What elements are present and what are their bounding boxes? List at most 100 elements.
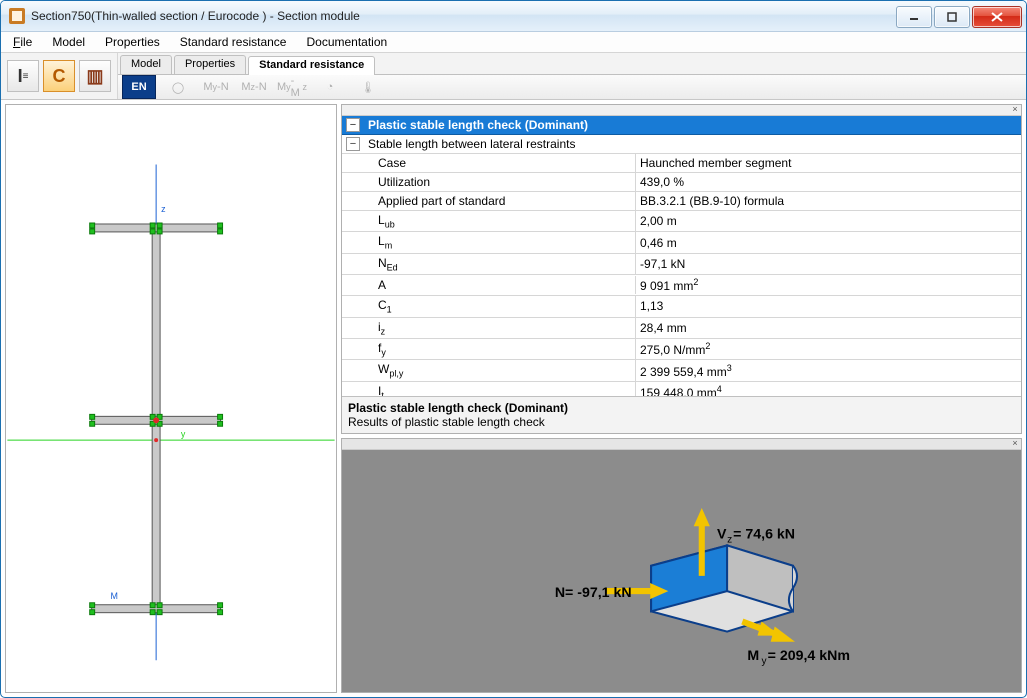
results-panel-head: × (342, 105, 1021, 116)
tab-model[interactable]: Model (120, 55, 172, 74)
pg-label: Wpl,y (342, 360, 636, 380)
collapse-header-button[interactable]: − (346, 118, 360, 132)
pg-data-row[interactable]: NEd-97,1 kN (342, 254, 1021, 275)
section-brick-button[interactable]: ▥ (79, 60, 111, 92)
maximize-icon (947, 12, 957, 22)
pg-data-row[interactable]: C11,13 (342, 296, 1021, 317)
section-view[interactable]: z M y (5, 104, 337, 693)
section-drawing: z M y (6, 105, 336, 692)
titlebar: Section750(Thin-walled section / Eurocod… (1, 1, 1026, 32)
tool-disabled-5: ◔ (314, 75, 346, 99)
pg-value: 9 091 mm2 (636, 275, 1021, 295)
pg-header-label: Plastic stable length check (Dominant) (364, 116, 1021, 134)
pg-data-row[interactable]: Applied part of standardBB.3.2.1 (BB.9-1… (342, 192, 1021, 211)
collapse-sub1-button[interactable]: − (346, 137, 360, 151)
pg-value: 439,0 % (636, 173, 1021, 191)
pg-label: fy (342, 339, 636, 359)
results-close-button[interactable]: × (1009, 105, 1021, 115)
tab-standard-resistance[interactable]: Standard resistance (248, 56, 375, 75)
pg-label: Case (342, 154, 636, 172)
svg-text:= 209,4 kNm: = 209,4 kNm (768, 648, 850, 664)
toolbar: I≡ C ▥ Model Properties Standard resista… (1, 53, 1026, 100)
left-toolbar: I≡ C ▥ (1, 53, 118, 99)
svg-text:z: z (161, 204, 166, 214)
close-icon (991, 12, 1003, 22)
pg-value: Haunched member segment (636, 154, 1021, 172)
pg-data-row[interactable]: iz28,4 mm (342, 318, 1021, 339)
sub-tabs: Model Properties Standard resistance (118, 53, 1026, 75)
pg-value: 28,4 mm (636, 319, 1021, 337)
pg-label: Applied part of standard (342, 192, 636, 210)
pg-label: Lub (342, 211, 636, 231)
pg-sub1-row[interactable]: − Stable length between lateral restrain… (342, 135, 1021, 154)
pg-label: It (342, 382, 636, 397)
svg-text:M: M (747, 648, 759, 664)
tool-disabled-2: My-N (200, 75, 232, 99)
app-icon (9, 8, 25, 24)
pg-sub1-label: Stable length between lateral restraints (364, 135, 1021, 153)
forces-close-button[interactable]: × (1009, 439, 1021, 449)
pg-label: Lm (342, 232, 636, 252)
pg-data-row[interactable]: A9 091 mm2 (342, 275, 1021, 296)
pg-header-row[interactable]: − Plastic stable length check (Dominant) (342, 116, 1021, 135)
menubar: File Model Properties Standard resistanc… (1, 32, 1026, 53)
pg-data-row[interactable]: CaseHaunched member segment (342, 154, 1021, 173)
menu-documentation[interactable]: Documentation (298, 33, 395, 51)
pg-body: CaseHaunched member segmentUtilization43… (342, 154, 1021, 396)
content-area: z M y × − Plastic stable length check (D… (1, 100, 1026, 697)
pg-footer-desc: Results of plastic stable length check (348, 415, 1015, 429)
tool-disabled-4: My-Mz (276, 75, 308, 99)
pg-label: iz (342, 318, 636, 338)
menu-standard-resistance[interactable]: Standard resistance (172, 33, 295, 51)
menu-model[interactable]: Model (44, 33, 93, 51)
pg-value: 0,46 m (636, 234, 1021, 252)
forces-viz[interactable]: V z = 74,6 kN N= -97,1 kN M y = 209,4 kN… (342, 450, 1021, 692)
pg-data-row[interactable]: Lub2,00 m (342, 211, 1021, 232)
pg-footer-title: Plastic stable length check (Dominant) (348, 401, 1015, 415)
forces-panel: × (341, 438, 1022, 693)
window-title: Section750(Thin-walled section / Eurocod… (31, 9, 896, 23)
pg-data-row[interactable]: Utilization439,0 % (342, 173, 1021, 192)
pg-value: 159 448,0 mm4 (636, 382, 1021, 396)
maximize-button[interactable] (934, 6, 970, 28)
svg-text:y: y (181, 429, 186, 439)
pg-data-row[interactable]: fy275,0 N/mm2 (342, 339, 1021, 360)
pg-label: A (342, 276, 636, 294)
minimize-icon (909, 12, 919, 22)
viz-n-label: N= -97,1 kN (555, 586, 632, 602)
svg-text:V: V (717, 527, 727, 543)
pg-data-row[interactable]: It159 448,0 mm4 (342, 382, 1021, 397)
results-panel: × − Plastic stable length check (Dominan… (341, 104, 1022, 434)
menu-file[interactable]: File (5, 33, 40, 51)
pg-value: 275,0 N/mm2 (636, 339, 1021, 359)
pg-value: 2 399 559,4 mm3 (636, 361, 1021, 381)
pg-value: -97,1 kN (636, 255, 1021, 273)
tool-disabled-6: 🌡 (352, 75, 384, 99)
minimize-button[interactable] (896, 6, 932, 28)
pg-data-row[interactable]: Lm0,46 m (342, 232, 1021, 253)
pg-value: 1,13 (636, 297, 1021, 315)
results-scroll[interactable]: − Plastic stable length check (Dominant)… (342, 116, 1021, 396)
pg-label: C1 (342, 296, 636, 316)
right-column: × − Plastic stable length check (Dominan… (341, 104, 1022, 693)
pg-value: 2,00 m (636, 212, 1021, 230)
section-i-button[interactable]: I≡ (7, 60, 39, 92)
tool-disabled-3: Mz-N (238, 75, 270, 99)
tool-disabled-1: ◯ (162, 75, 194, 99)
svg-text:M: M (111, 591, 118, 601)
tab-properties[interactable]: Properties (174, 55, 246, 74)
pg-value: BB.3.2.1 (BB.9-10) formula (636, 192, 1021, 210)
section-c-button[interactable]: C (43, 60, 75, 92)
pg-label: NEd (342, 254, 636, 274)
svg-text:= 74,6 kN: = 74,6 kN (733, 527, 795, 543)
close-button[interactable] (972, 6, 1022, 28)
sub-toolbar: EN ◯ My-N Mz-N My-Mz ◔ 🌡 (118, 75, 1026, 99)
right-toolbar: Model Properties Standard resistance EN … (118, 53, 1026, 99)
svg-text:z: z (727, 535, 732, 546)
app-window: Section750(Thin-walled section / Eurocod… (0, 0, 1027, 698)
code-flag-button[interactable]: EN (122, 75, 156, 99)
pg-data-row[interactable]: Wpl,y2 399 559,4 mm3 (342, 360, 1021, 381)
menu-properties[interactable]: Properties (97, 33, 168, 51)
pg-label: Utilization (342, 173, 636, 191)
forces-panel-head: × (342, 439, 1021, 450)
